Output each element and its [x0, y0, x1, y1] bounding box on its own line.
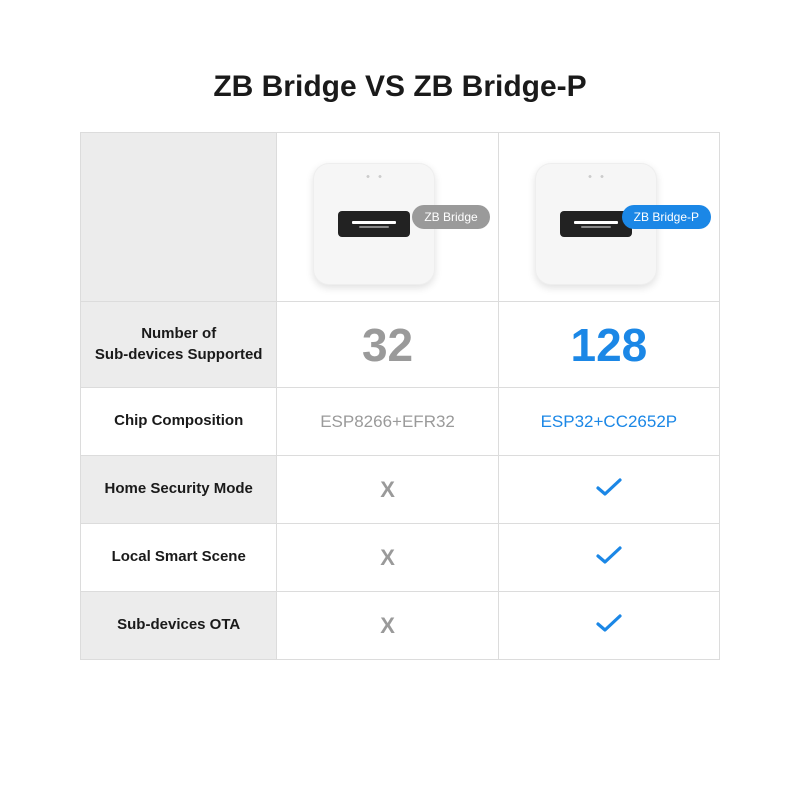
header-col-b: ZB Bridge-P	[498, 133, 719, 301]
badge-zb-bridge-p: ZB Bridge-P	[622, 205, 711, 229]
cell-b	[498, 524, 719, 591]
cell-a: 32	[276, 302, 497, 387]
row-label-text: Chip Composition	[114, 411, 243, 431]
value-b: 128	[570, 318, 647, 372]
cell-a: X	[276, 524, 497, 591]
cell-b: ESP32+CC2652P	[498, 388, 719, 455]
row-label: Number ofSub-devices Supported	[81, 302, 276, 387]
check-icon	[595, 612, 623, 639]
value-a: ESP8266+EFR32	[320, 412, 455, 432]
table-row: Sub-devices OTA X	[81, 591, 719, 659]
table-row: Number ofSub-devices Supported 32 128	[81, 301, 719, 387]
cell-a: X	[276, 456, 497, 523]
comparison-table: ZB Bridge ZB Bridge-P Number ofSub-devic…	[80, 132, 720, 660]
row-label: Local Smart Scene	[81, 524, 276, 591]
table-row: Home Security Mode X	[81, 455, 719, 523]
cell-b	[498, 592, 719, 659]
row-label-text: Number ofSub-devices Supported	[95, 324, 263, 365]
cell-a: ESP8266+EFR32	[276, 388, 497, 455]
value-b: ESP32+CC2652P	[541, 412, 678, 432]
header-spacer	[81, 133, 276, 301]
cell-a: X	[276, 592, 497, 659]
x-icon: X	[380, 545, 395, 571]
table-header-row: ZB Bridge ZB Bridge-P	[81, 133, 719, 301]
value-a: 32	[362, 318, 413, 372]
check-icon	[595, 476, 623, 503]
x-icon: X	[380, 613, 395, 639]
row-label-text: Sub-devices OTA	[117, 615, 240, 635]
header-col-a: ZB Bridge	[276, 133, 497, 301]
table-row: Local Smart Scene X	[81, 523, 719, 591]
table-row: Chip Composition ESP8266+EFR32 ESP32+CC2…	[81, 387, 719, 455]
row-label-text: Home Security Mode	[105, 479, 253, 499]
page-title: ZB Bridge VS ZB Bridge-P	[213, 70, 586, 104]
row-label: Home Security Mode	[81, 456, 276, 523]
row-label: Chip Composition	[81, 388, 276, 455]
x-icon: X	[380, 477, 395, 503]
cell-b: 128	[498, 302, 719, 387]
row-label-text: Local Smart Scene	[112, 547, 246, 567]
badge-zb-bridge: ZB Bridge	[412, 205, 489, 229]
cell-b	[498, 456, 719, 523]
row-label: Sub-devices OTA	[81, 592, 276, 659]
check-icon	[595, 544, 623, 571]
